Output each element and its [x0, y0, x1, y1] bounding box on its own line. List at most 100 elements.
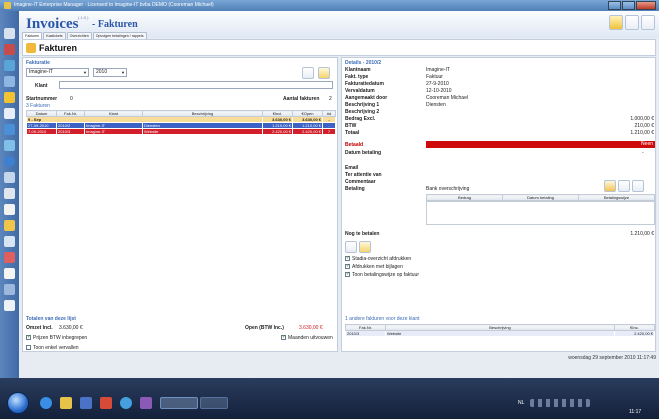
new-invoice-icon[interactable] — [318, 67, 330, 79]
bijlagen-checkbox[interactable]: Afdrukken met bijlagen — [345, 263, 403, 270]
vervaldatum-value: 12-10-2010 — [426, 88, 452, 94]
col-datum-betaling[interactable]: Datum betaling — [502, 194, 579, 201]
company-select[interactable]: Imagine-IT ▼ — [26, 68, 89, 77]
cell-inc: 2.420,00 € — [634, 331, 653, 336]
payments-list[interactable] — [426, 201, 655, 225]
window-title: Imagine-IT Enterprise Manager · Licensed… — [14, 2, 214, 8]
projects-icon[interactable] — [4, 172, 15, 183]
calendar-icon[interactable] — [4, 60, 15, 71]
omzet-label: Omzet Incl. — [26, 325, 53, 331]
datum-betaling-label: Datum betaling — [345, 150, 382, 156]
maanden-checkbox[interactable]: Maanden uitvouwen — [281, 334, 333, 341]
products-icon[interactable] — [4, 108, 15, 119]
list-count: 3 Fakturen — [26, 103, 50, 109]
tab-opvolgen[interactable]: Opvolgen betalingen / rappels — [92, 32, 147, 39]
explorer-icon[interactable] — [60, 397, 72, 409]
refresh-icon[interactable] — [625, 15, 639, 30]
cell-incl: 2.420,00 € — [272, 129, 291, 134]
app-icon-red[interactable] — [100, 397, 112, 409]
col-betalingswijze[interactable]: Betalingswijze — [578, 194, 655, 201]
settings-icon[interactable] — [4, 236, 15, 247]
toon-betalingswijze-checkbox[interactable]: Toon betalingswijze op faktuur — [345, 271, 419, 278]
tray-icons[interactable] — [530, 399, 590, 407]
users-icon[interactable] — [4, 284, 15, 295]
planning-icon[interactable] — [4, 140, 15, 151]
fakt-type-value: Faktuur — [426, 74, 443, 80]
startnummer-label: Startnummer — [26, 96, 58, 102]
nog-te-betalen-value: 1.210,00 € — [630, 231, 654, 237]
delete-payment-icon[interactable] — [632, 180, 644, 192]
edit-invoice-icon[interactable] — [359, 241, 371, 253]
beschrijving1-label: Beschrijving 1 — [345, 102, 380, 108]
reports-icon[interactable] — [4, 124, 15, 135]
fakturatiedatum-label: Fakturatiedatum — [345, 81, 384, 87]
payments-table: Bedrag Datum betaling Betalingswijze — [426, 194, 655, 201]
home-icon[interactable] — [4, 28, 15, 39]
details-panel: Details - 2010/2 Klantnaam Imagine-IT Fa… — [341, 57, 656, 352]
taskbar-active-app[interactable] — [160, 397, 198, 409]
cell-beschrijving: Website — [144, 129, 159, 134]
col-bedrag[interactable]: Bedrag — [426, 194, 503, 201]
print-invoice-icon[interactable] — [345, 241, 357, 253]
app-window: Invoices ( 1.0 ) - Fakturen Fakturen Kas… — [19, 11, 659, 378]
betaling-value: Bank overschrijving — [426, 186, 470, 192]
print-icon[interactable] — [302, 67, 314, 79]
aangemaakt-value: Cooreman Michael — [426, 95, 468, 101]
invoice-folder-icon — [26, 43, 36, 53]
documents-icon[interactable] — [4, 76, 15, 87]
open-value: 3.630,00 € — [299, 325, 323, 331]
media-icon[interactable] — [140, 397, 152, 409]
calculator-icon[interactable] — [4, 204, 15, 215]
outlook-icon[interactable] — [80, 397, 92, 409]
prijzen-btw-checkbox[interactable]: Prijzen BTW inbegrepen — [26, 334, 87, 341]
notes-icon[interactable] — [4, 188, 15, 199]
invoices-icon[interactable] — [4, 92, 15, 103]
stock-icon[interactable] — [4, 252, 15, 263]
tab-kastickets[interactable]: Kastickets — [43, 32, 66, 39]
info-icon[interactable] — [4, 156, 15, 167]
language-indicator[interactable]: NL — [518, 400, 524, 406]
invoice-list-panel: Fakturatie Imagine-IT ▼ 2010 ▼ Klant Start… — [22, 57, 338, 352]
tab-fakturen[interactable]: Fakturen — [22, 32, 43, 39]
year-select[interactable]: 2010 ▼ — [93, 68, 127, 77]
contacts-icon[interactable] — [4, 44, 15, 55]
clock[interactable]: 11:17 — [629, 409, 641, 415]
toon-vervallen-checkbox[interactable]: Toon enkel vervallen — [26, 345, 79, 351]
betaald-value[interactable]: Neen — [426, 141, 655, 148]
app-title: Invoices — [26, 16, 79, 32]
favorite-icon[interactable] — [609, 15, 623, 30]
betaald-label: Betaald — [345, 142, 364, 148]
skype-icon[interactable] — [120, 397, 132, 409]
section-totalen: Totalen van deze lijst — [26, 316, 76, 322]
status-datetime: woensdag 29 september 2010 11:17:49 — [568, 355, 656, 361]
other-invoices-table: Fak.Nr. Beschrijving €Inc. 2010/3 Websit… — [345, 324, 655, 337]
btw-value: 210,00 € — [634, 123, 654, 129]
export-icon[interactable] — [4, 268, 15, 279]
page-title: Fakturen — [39, 43, 78, 53]
open-label: Open (BTW Inc.) — [245, 325, 284, 331]
tab-strip: Fakturen Kastickets Overzichten Opvolgen… — [19, 32, 148, 39]
minimize-button[interactable] — [608, 1, 621, 10]
table-row[interactable]: 7-09-2010 2010/3 Imagine-IT Website 2.42… — [26, 128, 336, 135]
help-icon[interactable] — [641, 15, 655, 30]
page-icon[interactable] — [4, 300, 15, 311]
app-subtitle: - Fakturen — [92, 19, 138, 30]
edit-payment-icon[interactable] — [618, 180, 630, 192]
ie-icon[interactable] — [40, 397, 52, 409]
stadia-checkbox[interactable]: Stadia-overzicht afdrukken — [345, 255, 411, 262]
folder-icon[interactable] — [4, 220, 15, 231]
start-button[interactable] — [7, 392, 29, 414]
close-button[interactable] — [636, 1, 656, 10]
taskbar-app[interactable] — [200, 397, 228, 409]
maximize-button[interactable] — [622, 1, 635, 10]
tab-overzichten[interactable]: Overzichten — [66, 32, 92, 39]
section-details: Details - 2010/2 — [345, 60, 382, 66]
table-row[interactable]: 2010/3 Website 2.420,00 € — [345, 330, 655, 337]
klantnaam-value: Imagine-IT — [426, 67, 450, 73]
cell-beschrijving: Website — [387, 331, 402, 336]
add-payment-icon[interactable] — [604, 180, 616, 192]
vervaldatum-label: Vervaldatum — [345, 88, 375, 94]
window-titlebar: Imagine-IT Enterprise Manager · Licensed… — [0, 0, 659, 11]
klant-input[interactable] — [59, 81, 333, 89]
module-toolbar — [0, 11, 19, 378]
